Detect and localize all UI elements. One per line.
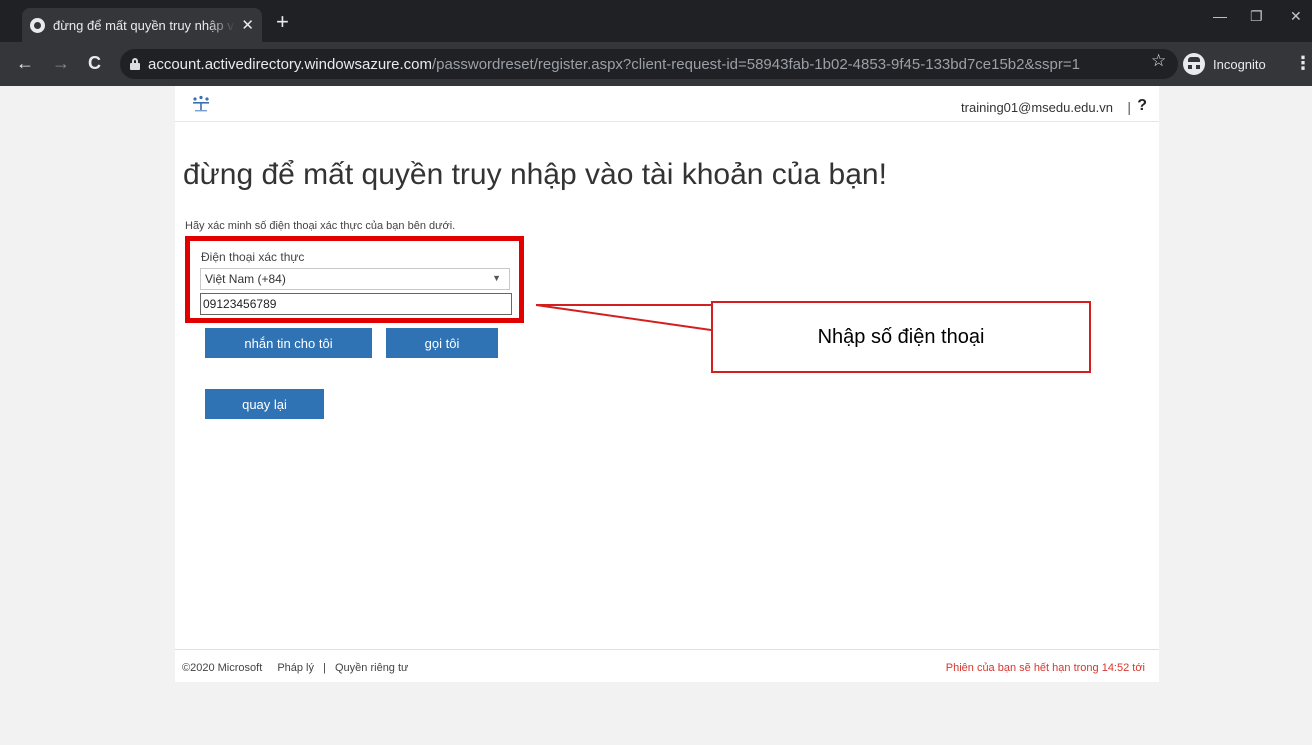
callout-text: Nhập số điện thoại: [817, 325, 985, 348]
callout-box: Nhập số điện thoại: [711, 301, 1091, 373]
callout-pointer: [535, 304, 712, 331]
